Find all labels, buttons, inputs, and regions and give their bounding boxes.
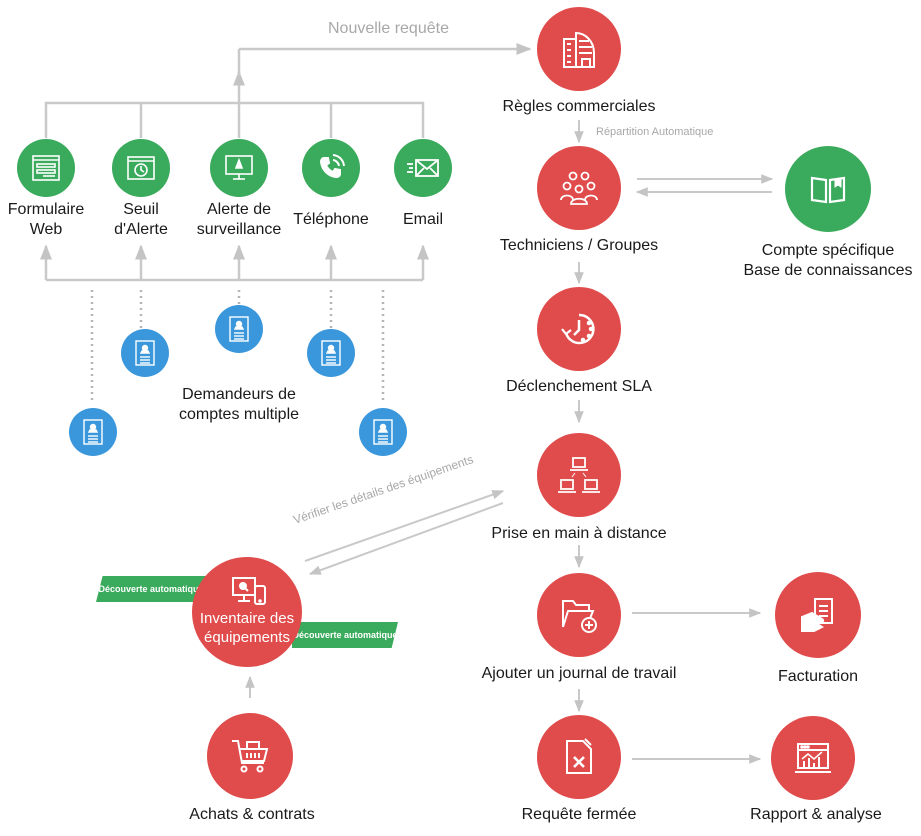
source-email-label: Email [402,211,443,228]
source-email-node[interactable] [394,139,452,197]
requester-node[interactable] [307,329,355,377]
flow-closed-label: Requête fermée [521,806,637,823]
alert-threshold-icon [127,156,155,180]
source-web-form-label: Formulaire Web [7,201,85,238]
flow-remote-node[interactable] [537,433,621,517]
shopping-cart-icon [232,740,269,773]
flow-business-rules-label: Règles commerciales [502,98,656,115]
file-closed-icon [566,738,592,774]
group-icon [560,171,598,205]
sources-top-bus [44,101,425,138]
flow-business-rules-node[interactable] [537,7,621,91]
requester-node[interactable] [121,329,169,377]
source-alert-threshold-label: Seuil d'Alerte [114,201,168,238]
web-form-icon [32,155,60,181]
flow-sla-node[interactable] [537,287,621,371]
purchases-label: Achats & contrats [189,806,315,823]
monitor-alert-icon [225,155,253,180]
purchases-node[interactable] [207,713,293,799]
requester-card-icon [321,340,341,366]
report-chart-icon [795,743,831,773]
requester-node[interactable] [215,305,263,353]
auto-discovery-tag-left: Découverte automatique [96,576,206,602]
new-request-annotation: Nouvelle requête [328,20,449,37]
folder-add-icon [562,600,597,633]
flow-closed-node[interactable] [537,715,621,799]
requester-node[interactable] [69,408,117,456]
requester-card-icon [229,316,249,342]
flow-technicians-node[interactable] [537,146,621,230]
email-icon [407,159,439,177]
flow-sla-label: Déclenchement SLA [506,378,652,395]
reports-node[interactable] [771,716,855,800]
source-phone-label: Téléphone [293,211,369,228]
clock-refresh-icon [561,313,595,345]
source-phone-node[interactable] [302,139,360,197]
auto-dispatch-annotation: Répartition Automatique [596,126,714,138]
requesters-label: Demandeurs de comptes multiple [178,386,300,423]
phone-icon [319,154,345,179]
flow-worklog-node[interactable] [537,573,621,657]
devices-search-icon [232,577,266,605]
requester-card-icon [135,340,155,366]
inventory-label: Inventaire des équipements [199,610,295,646]
invoice-hand-icon [801,598,833,632]
book-icon [810,176,846,204]
auto-discovery-tag-right: Découverte automatique [292,622,398,648]
knowledge-base-node[interactable] [785,146,871,232]
requester-card-icon [373,419,393,445]
knowledge-base-label: Compte spécifique Base de connaissances [743,242,913,279]
source-monitoring-alert-node[interactable] [210,139,268,197]
billing-label: Facturation [777,668,859,685]
connector-lines [40,43,774,764]
flow-remote-label: Prise en main à distance [491,525,667,542]
requester-node[interactable] [359,408,407,456]
source-web-form-node[interactable] [17,139,75,197]
flow-worklog-label: Ajouter un journal de travail [481,665,677,682]
billing-node[interactable] [775,572,861,658]
flow-technicians-label: Techniciens / Groupes [499,237,659,254]
requester-card-icon [83,419,103,445]
source-alert-threshold-node[interactable] [112,139,170,197]
network-computers-icon [558,457,600,493]
reports-label: Rapport & analyse [750,806,882,823]
building-icon [563,31,595,68]
